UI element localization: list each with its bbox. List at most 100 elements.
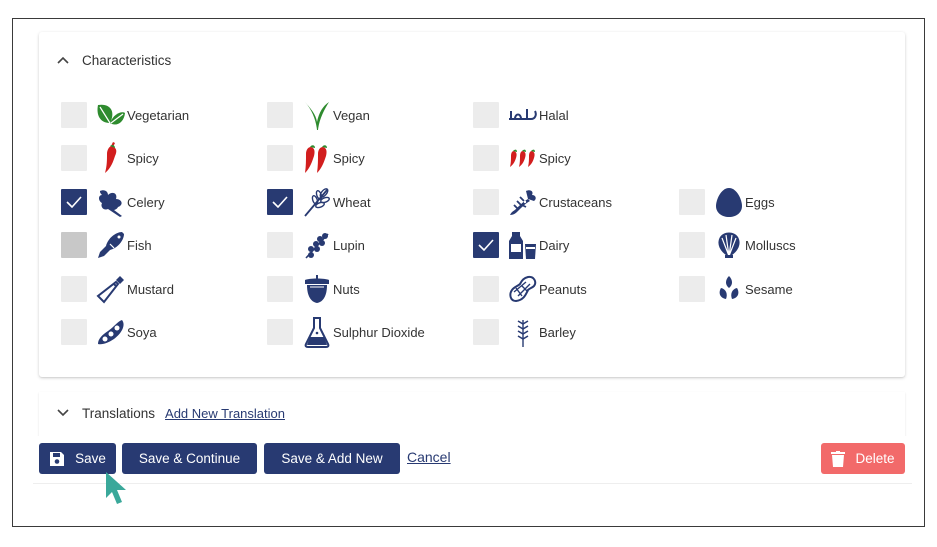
characteristic-label: Spicy (539, 150, 571, 166)
save-continue-button[interactable]: Save & Continue (122, 443, 257, 474)
characteristic-sesame[interactable]: Sesame (679, 275, 793, 303)
checkbox[interactable] (61, 189, 87, 215)
save-add-new-label: Save & Add New (281, 451, 383, 466)
characteristic-label: Celery (127, 194, 165, 210)
characteristic-label: Soya (127, 324, 157, 340)
characteristic-soya[interactable]: Soya (61, 318, 157, 346)
peanut-icon (507, 273, 539, 305)
delete-button-label: Delete (855, 451, 895, 466)
egg-icon (713, 186, 745, 218)
checkbox[interactable] (61, 102, 87, 128)
delete-button[interactable]: Delete (821, 443, 905, 474)
checkbox[interactable] (473, 189, 499, 215)
checkbox[interactable] (267, 319, 293, 345)
characteristic-label: Dairy (539, 237, 570, 253)
characteristic-peanuts[interactable]: Peanuts (473, 275, 587, 303)
chili-1-icon (95, 142, 127, 174)
checkbox[interactable] (61, 319, 87, 345)
sesame-icon (713, 273, 745, 305)
characteristic-crustaceans[interactable]: Crustaceans (473, 188, 612, 216)
save-button-label: Save (75, 451, 106, 466)
characteristic-label: Crustaceans (539, 194, 612, 210)
characteristic-label: Mustard (127, 281, 174, 297)
characteristic-nuts[interactable]: Nuts (267, 275, 360, 303)
characteristic-fish[interactable]: Fish (61, 231, 152, 259)
checkbox[interactable] (679, 276, 705, 302)
characteristic-label: Lupin (333, 237, 365, 253)
halal-icon (507, 99, 539, 131)
checkbox[interactable] (267, 189, 293, 215)
lobster-icon (507, 186, 539, 218)
characteristic-lupin[interactable]: Lupin (267, 231, 365, 259)
characteristic-label: Wheat (333, 194, 371, 210)
chevron-up-icon[interactable] (56, 53, 70, 67)
fish-icon (95, 229, 127, 261)
characteristic-label: Vegetarian (127, 107, 190, 123)
checkbox[interactable] (267, 232, 293, 258)
shell-icon (713, 229, 745, 261)
characteristic-label: Peanuts (539, 281, 587, 297)
translations-title: Translations (82, 405, 156, 421)
celery-icon (95, 186, 127, 218)
characteristic-label: Nuts (333, 281, 360, 297)
chevron-down-icon[interactable] (56, 406, 70, 420)
cancel-link[interactable]: Cancel (407, 449, 451, 465)
characteristics-title: Characteristics (82, 52, 172, 68)
leaves-icon (95, 99, 127, 131)
dairy-icon (507, 229, 539, 261)
characteristic-label: Sesame (745, 281, 793, 297)
chili-3-icon (507, 142, 539, 174)
add-new-translation-link[interactable]: Add New Translation (165, 406, 285, 421)
characteristic-label: Molluscs (745, 237, 796, 253)
checkbox[interactable] (61, 232, 87, 258)
characteristic-label: Barley (539, 324, 576, 340)
checkbox[interactable] (679, 189, 705, 215)
checkbox[interactable] (61, 145, 87, 171)
characteristics-panel (39, 32, 905, 377)
characteristic-label: Sulphur Dioxide (333, 324, 425, 340)
characteristic-label: Halal (539, 107, 569, 123)
lupin-icon (301, 229, 333, 261)
wheat-icon (301, 186, 333, 218)
characteristic-vegetarian[interactable]: Vegetarian (61, 101, 189, 129)
checkbox[interactable] (473, 319, 499, 345)
characteristic-halal[interactable]: Halal (473, 101, 569, 129)
characteristic-celery[interactable]: Celery (61, 186, 165, 218)
chili-2-icon (301, 142, 333, 174)
translations-header[interactable]: Translations Add New Translation (56, 404, 285, 422)
checkbox[interactable] (473, 102, 499, 128)
characteristic-wheat[interactable]: Wheat (267, 186, 371, 218)
characteristic-molluscs[interactable]: Molluscs (679, 231, 796, 259)
checkbox[interactable] (267, 145, 293, 171)
characteristic-label: Eggs (745, 194, 775, 210)
checkbox[interactable] (473, 232, 499, 258)
characteristic-spicy-1[interactable]: Spicy (61, 142, 159, 174)
save-continue-label: Save & Continue (138, 451, 241, 466)
trash-icon (831, 450, 846, 467)
characteristic-eggs[interactable]: Eggs (679, 186, 775, 218)
characteristic-spicy-2[interactable]: Spicy (267, 142, 365, 174)
characteristic-spicy-3[interactable]: Spicy (473, 144, 571, 172)
characteristic-vegan[interactable]: Vegan (267, 99, 370, 131)
save-add-new-button[interactable]: Save & Add New (264, 443, 400, 474)
characteristic-label: Fish (127, 237, 152, 253)
sprout-icon (301, 99, 333, 131)
characteristic-mustard[interactable]: Mustard (61, 273, 174, 305)
checkbox[interactable] (473, 145, 499, 171)
barley-icon (507, 316, 539, 348)
characteristics-header[interactable]: Characteristics (56, 50, 171, 70)
checkbox[interactable] (679, 232, 705, 258)
characteristic-label: Spicy (333, 150, 365, 166)
characteristic-label: Vegan (333, 107, 370, 123)
characteristic-label: Spicy (127, 150, 159, 166)
checkbox[interactable] (267, 102, 293, 128)
characteristic-sulphur-dioxide[interactable]: Sulphur Dioxide (267, 317, 425, 348)
checkbox[interactable] (61, 276, 87, 302)
characteristic-barley[interactable]: Barley (473, 316, 576, 348)
soybean-icon (95, 316, 127, 348)
characteristic-dairy[interactable]: Dairy (473, 231, 569, 259)
checkbox[interactable] (473, 276, 499, 302)
mustard-bottle-icon (95, 273, 127, 305)
floppy-disk-icon (49, 451, 65, 467)
checkbox[interactable] (267, 276, 293, 302)
